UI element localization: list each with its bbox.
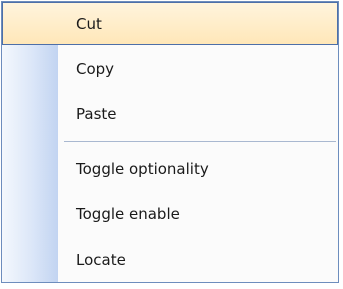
menu-item-toggle-optionality[interactable]: Toggle optionality <box>2 147 338 190</box>
context-menu: Cut Copy Paste Toggle optionality Toggle… <box>1 1 339 283</box>
menu-item-label: Toggle enable <box>76 204 180 223</box>
menu-item-locate[interactable]: Locate <box>2 238 338 281</box>
menu-item-paste[interactable]: Paste <box>2 92 338 135</box>
menu-item-copy[interactable]: Copy <box>2 47 338 90</box>
menu-separator <box>64 141 336 142</box>
menu-item-label: Paste <box>76 104 117 123</box>
menu-item-toggle-enable[interactable]: Toggle enable <box>2 192 338 235</box>
menu-item-label: Toggle optionality <box>76 159 209 178</box>
menu-item-label: Copy <box>76 59 115 78</box>
menu-item-label: Cut <box>76 14 102 33</box>
menu-item-label: Locate <box>76 250 126 269</box>
menu-item-cut[interactable]: Cut <box>2 2 338 45</box>
